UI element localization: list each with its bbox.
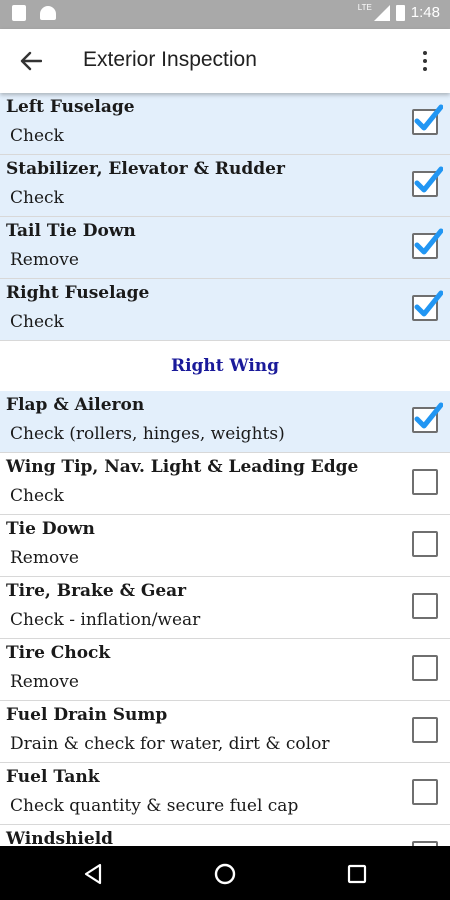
arrow-left-icon (20, 51, 42, 71)
item-name: Right Fuselage (6, 283, 150, 303)
circle-home-icon (214, 863, 236, 885)
item-name: Fuel Tank (6, 767, 100, 787)
item-name: Fuel Drain Sump (6, 705, 168, 725)
app-bar: Exterior Inspection (0, 29, 450, 93)
more-vertical-icon (423, 51, 427, 55)
checklist-item[interactable]: Wing Tip, Nav. Light & Leading Edge Check (0, 453, 450, 515)
checklist-item[interactable]: Flap & Aileron Check (rollers, hinges, we… (0, 391, 450, 453)
battery-icon (395, 4, 405, 21)
checklist-item[interactable]: Right Fuselage Check (0, 279, 450, 341)
more-vertical-icon-dot (423, 59, 427, 63)
item-action: Drain & check for water, dirt & color (10, 734, 330, 754)
item-checkbox[interactable] (412, 717, 438, 743)
item-name: Windshield (6, 829, 114, 846)
check-mark-icon (414, 402, 443, 429)
item-checkbox[interactable] (412, 228, 443, 259)
check-mark-icon (414, 166, 443, 193)
checklist-item[interactable]: Stabilizer, Elevator & Rudder Check (0, 155, 450, 217)
overflow-menu-button[interactable] (410, 47, 440, 75)
item-checkbox[interactable] (412, 593, 438, 619)
storage-notification-icon (12, 5, 26, 21)
back-button[interactable] (16, 47, 46, 75)
item-action: Check (10, 126, 64, 146)
network-type-label: LTE (357, 2, 372, 12)
item-action: Check quantity & secure fuel cap (10, 796, 299, 816)
square-recent-icon (347, 864, 367, 884)
item-action: Check (rollers, hinges, weights) (10, 424, 285, 444)
item-checkbox[interactable] (412, 104, 443, 135)
item-name: Left Fuselage (6, 97, 135, 117)
checklist-item[interactable]: Fuel Tank Check quantity & secure fuel ca… (0, 763, 450, 825)
nav-home-button[interactable] (210, 860, 240, 888)
item-action: Remove (10, 250, 79, 270)
item-name: Stabilizer, Elevator & Rudder (6, 159, 285, 179)
item-name: Tail Tie Down (6, 221, 136, 241)
checklist-item[interactable]: Tire Chock Remove (0, 639, 450, 701)
item-checkbox[interactable] (412, 779, 438, 805)
item-name: Tie Down (6, 519, 95, 539)
navigation-bar (0, 846, 450, 900)
status-time: 1:48 (410, 4, 440, 21)
nav-back-button[interactable] (78, 860, 108, 888)
checklist-item[interactable]: Fuel Drain Sump Drain & check for water, … (0, 701, 450, 763)
checklist-item[interactable]: Windshield (0, 825, 450, 846)
item-action: Remove (10, 548, 79, 568)
item-action: Check (10, 312, 64, 332)
status-bar: LTE 1:48 (0, 0, 450, 29)
item-checkbox[interactable] (412, 469, 438, 495)
item-name: Flap & Aileron (6, 395, 145, 415)
item-checkbox[interactable] (412, 531, 438, 557)
check-mark-icon (414, 290, 443, 317)
page-title: Exterior Inspection (83, 48, 257, 71)
item-name: Tire Chock (6, 643, 111, 663)
checklist-item[interactable]: Tire, Brake & Gear Check - inflation/wear (0, 577, 450, 639)
item-checkbox[interactable] (412, 290, 443, 321)
nav-recent-button[interactable] (342, 860, 372, 888)
checklist-item[interactable]: Tail Tie Down Remove (0, 217, 450, 279)
check-mark-icon (414, 104, 443, 131)
item-checkbox[interactable] (412, 166, 443, 197)
section-header-right-wing: Right Wing (0, 341, 450, 391)
item-checkbox[interactable] (412, 655, 438, 681)
checklist: Left Fuselage Check Stabilizer, Elevator &… (0, 93, 450, 846)
more-vertical-icon-dot (423, 67, 427, 71)
check-mark-icon (414, 228, 443, 255)
item-action: Check (10, 486, 64, 506)
triangle-back-icon (84, 863, 102, 885)
android-notification-icon (40, 6, 56, 20)
checklist-item[interactable]: Left Fuselage Check (0, 93, 450, 155)
signal-icon (373, 4, 390, 21)
item-name: Tire, Brake & Gear (6, 581, 187, 601)
item-action: Check - inflation/wear (10, 610, 201, 630)
item-name: Wing Tip, Nav. Light & Leading Edge (6, 457, 359, 477)
item-action: Remove (10, 672, 79, 692)
checklist-item[interactable]: Tie Down Remove (0, 515, 450, 577)
item-action: Check (10, 188, 64, 208)
item-checkbox[interactable] (412, 402, 443, 433)
